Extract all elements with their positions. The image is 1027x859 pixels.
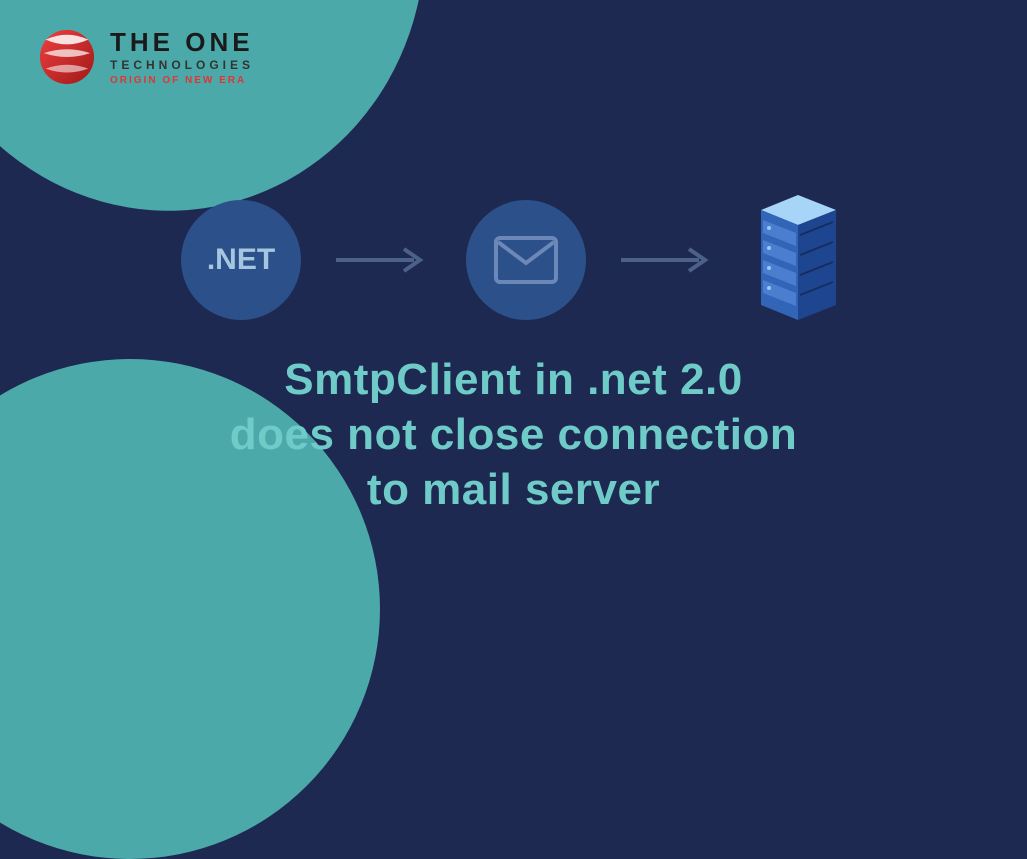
mail-icon [493,235,559,285]
logo-subtitle: TECHNOLOGIES [110,58,254,72]
arrow-icon [336,245,431,275]
logo-text: THE ONE TECHNOLOGIES ORIGIN OF NEW ERA [110,29,254,86]
logo-sphere-icon [38,28,96,86]
heading-line-2: does not close connection [0,407,1027,462]
mail-circle [466,200,586,320]
arrow-icon [621,245,716,275]
dotnet-label: .NET [207,243,275,277]
company-logo: THE ONE TECHNOLOGIES ORIGIN OF NEW ERA [38,28,254,86]
logo-title: THE ONE [110,29,254,55]
dotnet-circle: .NET [181,200,301,320]
server-icon [751,190,846,330]
heading-line-1: SmtpClient in .net 2.0 [0,352,1027,407]
heading-line-3: to mail server [0,462,1027,517]
smtp-diagram: .NET [0,190,1027,330]
logo-tagline: ORIGIN OF NEW ERA [110,75,254,86]
page-heading: SmtpClient in .net 2.0 does not close co… [0,352,1027,517]
